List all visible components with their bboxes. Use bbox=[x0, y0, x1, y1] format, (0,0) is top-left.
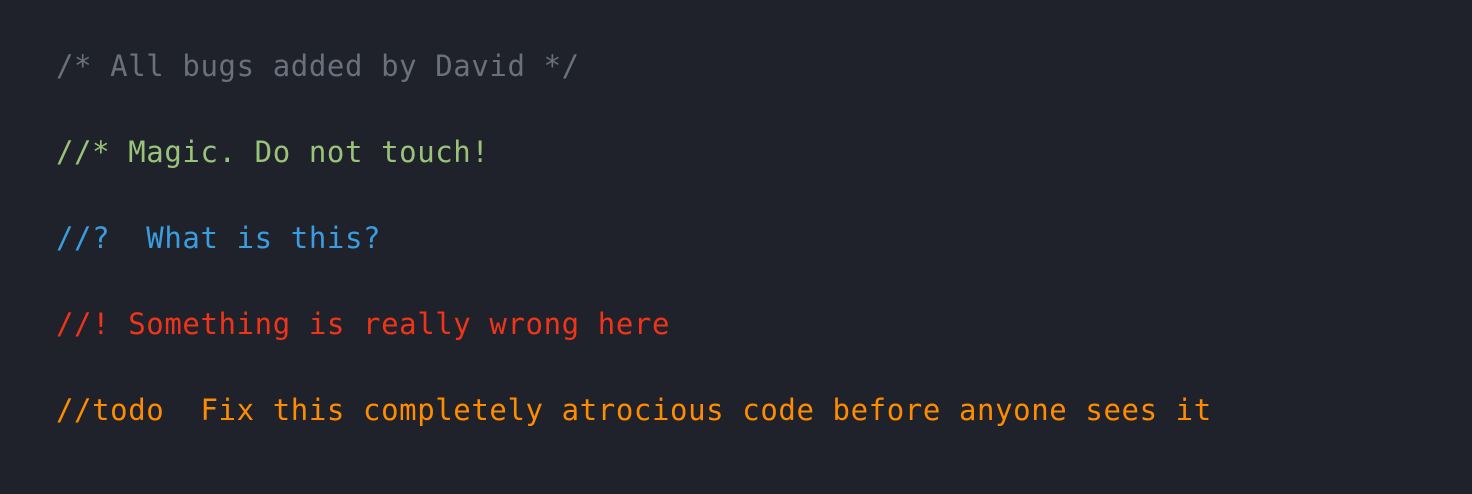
comment-line-highlight: //* Magic. Do not touch! bbox=[56, 135, 490, 169]
comment-line-question: //? What is this? bbox=[56, 221, 382, 255]
code-editor[interactable]: /* All bugs added by David */ //* Magic.… bbox=[0, 0, 1472, 494]
comment-line-alert: //! Something is really wrong here bbox=[56, 307, 671, 341]
comment-line-todo: //todo Fix this completely atrocious cod… bbox=[56, 393, 1212, 427]
comment-line-plain: /* All bugs added by David */ bbox=[56, 49, 580, 83]
